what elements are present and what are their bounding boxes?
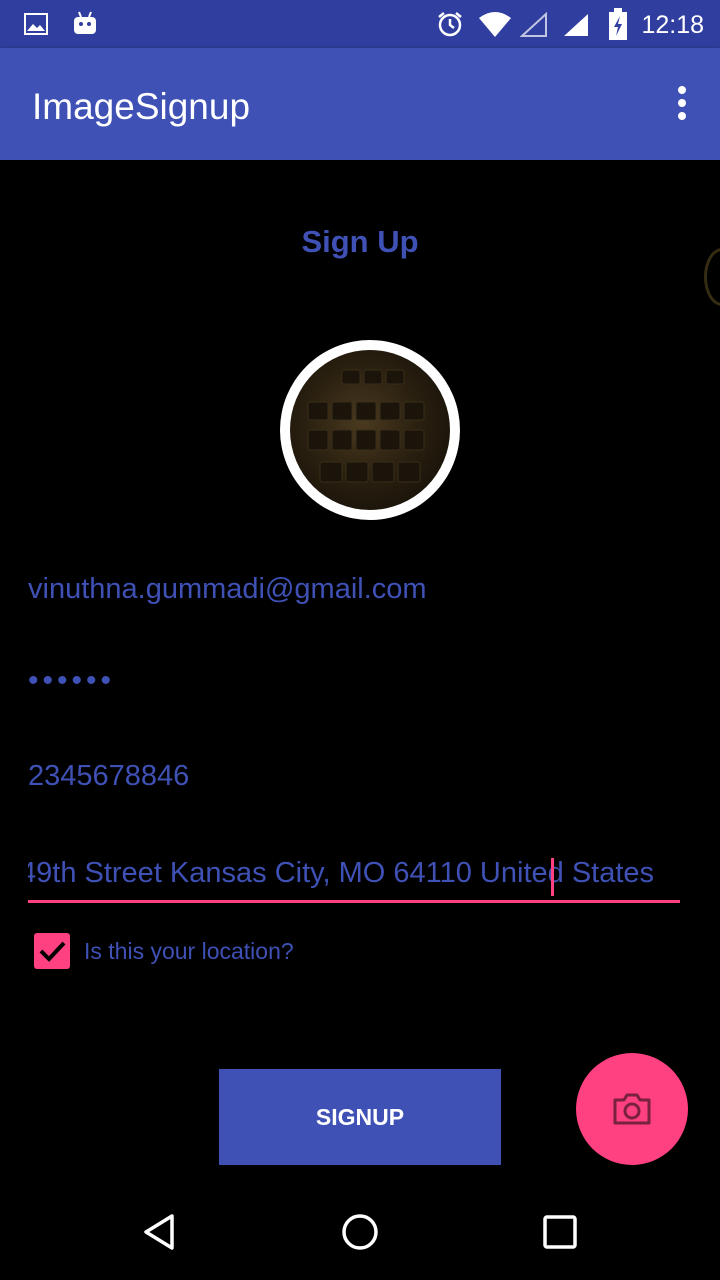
email-field[interactable]: vinuthna.gummadi@gmail.com <box>28 573 680 606</box>
address-value: 49th Street Kansas City, MO 64110 United… <box>28 857 655 889</box>
keyboard-photo-icon <box>307 369 425 483</box>
signup-button[interactable]: SIGNUP <box>219 1069 501 1165</box>
battery-charging-icon <box>609 8 627 40</box>
location-checkbox-label[interactable]: Is this your location? <box>84 938 294 965</box>
back-button[interactable] <box>132 1204 188 1260</box>
address-field-underline <box>28 900 680 903</box>
status-time: 12:18 <box>641 11 704 39</box>
app-bar: ImageSignup <box>0 48 720 160</box>
text-cursor <box>551 858 554 896</box>
home-button[interactable] <box>332 1204 388 1260</box>
password-field[interactable]: •••••• <box>28 664 680 698</box>
android-icon <box>74 11 96 34</box>
image-icon <box>24 13 48 35</box>
status-bar: 12:18 <box>0 0 720 48</box>
alarm-icon <box>438 12 462 37</box>
wifi-icon <box>479 12 511 37</box>
profile-avatar[interactable] <box>280 340 460 520</box>
app-title: ImageSignup <box>32 86 251 127</box>
signal-empty-icon <box>520 12 547 37</box>
phone-field[interactable]: 2345678846 <box>28 760 680 793</box>
camera-fab-button[interactable] <box>576 1053 688 1165</box>
address-field[interactable]: 49th Street Kansas City, MO 64110 United… <box>28 857 680 890</box>
back-icon <box>144 1214 174 1250</box>
camera-icon <box>613 1093 651 1125</box>
recents-icon <box>543 1215 577 1249</box>
page-title: Sign Up <box>301 224 419 259</box>
avatar-image <box>290 350 450 510</box>
overflow-menu-icon[interactable] <box>672 86 692 126</box>
home-icon <box>342 1214 378 1250</box>
signal-icon <box>564 14 588 36</box>
location-checkbox[interactable] <box>34 933 70 969</box>
navigation-bar <box>0 1184 720 1280</box>
checkmark-icon <box>39 941 66 962</box>
recents-button[interactable] <box>532 1204 588 1260</box>
